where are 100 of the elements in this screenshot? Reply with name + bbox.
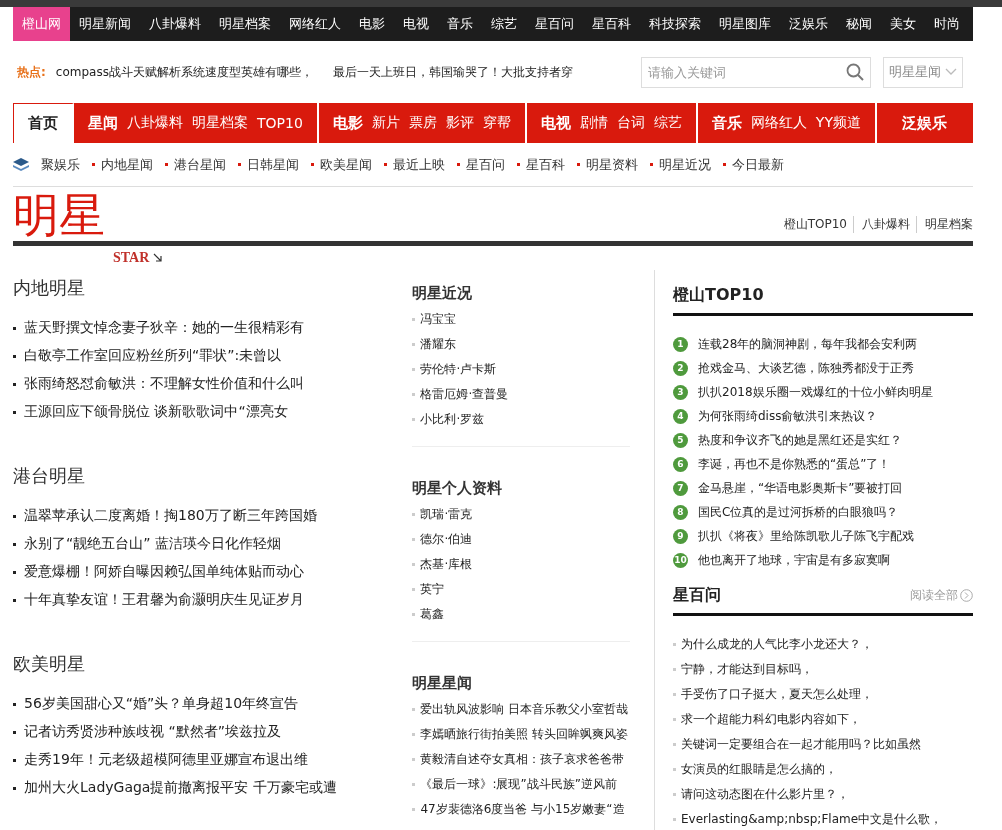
news-link[interactable]: 记者访秀贤涉种族歧视 “默然者”埃兹拉及 — [13, 718, 413, 746]
list-link[interactable]: 爱出轨风波影响 日本音乐教父小室哲哉 — [412, 697, 631, 722]
nav-link[interactable]: 电视 — [394, 7, 438, 41]
nav-link[interactable]: 泛娱乐 — [780, 7, 837, 41]
list-link[interactable]: 德尔·伯迪 — [412, 527, 631, 552]
menu-link[interactable]: 网络红人 — [750, 114, 807, 132]
list-link[interactable]: 冯宝宝 — [412, 307, 631, 332]
news-link[interactable]: 白敬亭工作室回应粉丝所列“罪状”:未曾以 — [13, 342, 413, 370]
news-link[interactable]: 走秀19年！元老级超模阿德里亚娜宣布退出维 — [13, 746, 413, 774]
nav-link[interactable]: 科技探索 — [640, 7, 710, 41]
news-link[interactable]: 永别了“靓绝五台山” 蓝洁瑛今日化作轻烟 — [13, 530, 413, 558]
menu-title[interactable]: 星闻 — [88, 113, 118, 133]
nav-link[interactable]: 明星新闻 — [70, 7, 140, 41]
chevron-down-icon — [945, 68, 957, 76]
hot-link[interactable]: compass战斗天赋解析系统速度型英雄有哪些， — [55, 63, 313, 81]
category-select[interactable]: 明星星闻 — [883, 56, 963, 88]
menu-title[interactable]: 电影 — [332, 113, 363, 133]
nav-link[interactable]: 网络红人 — [280, 7, 350, 41]
question-link[interactable]: Everlasting&amp;nbsp;Flame中文是什么歌， — [673, 807, 973, 830]
list-link[interactable]: 李嫣晒旅行街拍美照 转头回眸飒爽风姿 — [412, 722, 631, 747]
question-link[interactable]: 请问这动态图在什么影片里？， — [673, 782, 973, 807]
news-link[interactable]: 56岁美国甜心又“婚”头？单身超10年终宣告 — [13, 690, 413, 718]
section-title: 橙山TOP10 — [673, 285, 764, 306]
nav-link[interactable]: 明星图库 — [710, 7, 780, 41]
menu-title[interactable]: 首页 — [28, 114, 58, 133]
menu-link[interactable]: YY频道 — [815, 114, 861, 132]
question-link[interactable]: 求一个超能力科幻电影内容如下， — [673, 707, 973, 732]
menu-link[interactable]: 穿帮 — [482, 114, 511, 132]
menu-link[interactable]: 台词 — [616, 114, 645, 132]
list-link[interactable]: 《最后一球》:展现”战斗民族”逆风前 — [412, 772, 631, 797]
nav-link[interactable]: 星百问 — [526, 7, 583, 41]
ranked-link[interactable]: 1 连载28年的脑洞神剧，每年我都会安利两 — [673, 332, 973, 356]
menu-link[interactable]: 八卦爆料 — [127, 114, 183, 132]
menu-title[interactable]: 音乐 — [711, 113, 742, 133]
menu-title[interactable]: 电视 — [540, 113, 571, 133]
menu-link[interactable]: 明星档案 — [192, 114, 248, 132]
menu-link[interactable]: 剧情 — [579, 114, 608, 132]
nav-link[interactable]: 综艺 — [482, 7, 526, 41]
breadcrumb-link[interactable]: 橙山TOP10 — [783, 216, 847, 233]
news-link[interactable]: 张雨绮怒怼俞敏洪：不理解女性价值和什么叫 — [13, 370, 413, 398]
sub-nav-link[interactable]: 欧美星闻 — [311, 155, 372, 174]
ranked-link[interactable]: 7 金马悬崖，“华语电影奥斯卡”要被打回 — [673, 476, 973, 500]
news-link[interactable]: 王源回应下颌骨脱位 谈新歌歌词中“漂亮女 — [13, 398, 413, 426]
sub-nav-link[interactable]: 内地星闻 — [92, 155, 153, 174]
sub-nav-link[interactable]: 港台星闻 — [165, 155, 226, 174]
news-link[interactable]: 十年真挚友谊！王君馨为俞灏明庆生见证岁月 — [13, 586, 413, 614]
menu-link[interactable]: 综艺 — [653, 114, 682, 132]
sub-nav-link[interactable]: 星百科 — [517, 155, 565, 174]
nav-link[interactable]: 美女 — [881, 7, 925, 41]
hot-link[interactable]: 最后一天上班日，韩国瑜哭了！大批支持者穿 — [332, 63, 573, 81]
menu-link[interactable]: 影评 — [445, 114, 474, 132]
nav-link[interactable]: 时尚 — [925, 7, 969, 41]
news-link[interactable]: 加州大火LadyGaga提前撤离报平安 千万豪宅或遭 — [13, 774, 413, 802]
list-link[interactable]: 潘耀东 — [412, 332, 631, 357]
list-link[interactable]: 葛鑫 — [412, 602, 631, 627]
list-link[interactable]: 黄毅清自述夺女真相：孩子哀求爸爸带 — [412, 747, 631, 772]
list-link[interactable]: 格雷厄姆·查普曼 — [412, 382, 631, 407]
nav-link[interactable]: 电影 — [350, 7, 394, 41]
news-link[interactable]: 蓝天野撰文悼念妻子狄辛：她的一生很精彩有 — [13, 314, 413, 342]
list-link[interactable]: 小比利·罗兹 — [412, 407, 631, 432]
nav-link[interactable]: 星百科 — [583, 7, 640, 41]
nav-link[interactable]: 秘闻 — [837, 7, 881, 41]
menu-link[interactable]: 新片 — [371, 114, 400, 132]
sub-nav-link[interactable]: 日韩星闻 — [238, 155, 299, 174]
nav-link[interactable]: 音乐 — [438, 7, 482, 41]
ranked-link[interactable]: 4 为何张雨绮diss俞敏洪引来热议？ — [673, 404, 973, 428]
list-link[interactable]: 劳伦特·卢卡斯 — [412, 357, 631, 382]
nav-link[interactable]: 八卦爆料 — [140, 7, 210, 41]
list-link[interactable]: 英宁 — [412, 577, 631, 602]
ranked-link[interactable]: 2 抢戏金马、大谈艺德，陈独秀都没于正秀 — [673, 356, 973, 380]
question-link[interactable]: 宁静，才能达到目标吗， — [673, 657, 973, 682]
list-link[interactable]: 47岁裴德洛6度当爸 与小15岁嫩妻“造 — [412, 797, 631, 822]
sub-nav-link[interactable]: 明星近况 — [650, 155, 711, 174]
menu-title[interactable]: 泛娱乐 — [902, 113, 948, 133]
list-link[interactable]: 杰基·库根 — [412, 552, 631, 577]
sub-nav-link[interactable]: 明星资料 — [577, 155, 638, 174]
ranked-link[interactable]: 8 国民C位真的是过河拆桥的白眼狼吗？ — [673, 500, 973, 524]
menu-link[interactable]: TOP10 — [257, 115, 303, 131]
news-link[interactable]: 温翠苹承认二度离婚！掏180万了断三年跨国婚 — [13, 502, 413, 530]
menu-link[interactable]: 票房 — [408, 114, 437, 132]
question-link[interactable]: 手受伤了口子挺大，夏天怎么处理， — [673, 682, 973, 707]
question-link[interactable]: 为什么成龙的人气比李小龙还大？， — [673, 632, 973, 657]
ranked-link[interactable]: 9 扒扒《将夜》里给陈凯歌儿子陈飞宇配戏 — [673, 524, 973, 548]
ranked-link[interactable]: 10 他也离开了地球，宇宙是有多寂寞啊 — [673, 548, 973, 572]
sub-nav-link[interactable]: 今日最新 — [723, 155, 784, 174]
sub-nav-link[interactable]: 星百问 — [457, 155, 505, 174]
news-link[interactable]: 爱意爆棚！阿娇自曝因赖弘国单纯体贴而动心 — [13, 558, 413, 586]
search-icon[interactable] — [846, 62, 864, 81]
question-link[interactable]: 女演员的红眼睛是怎么搞的， — [673, 757, 973, 782]
nav-link[interactable]: 明星档案 — [210, 7, 280, 41]
breadcrumb-link[interactable]: 明星档案 — [916, 216, 973, 233]
ranked-link[interactable]: 5 热度和争议齐飞的她是黑红还是实红？ — [673, 428, 973, 452]
search-field[interactable]: 请输入关键词 — [641, 56, 871, 88]
sub-nav-link[interactable]: 最近上映 — [384, 155, 445, 174]
breadcrumb-link[interactable]: 八卦爆料 — [853, 216, 910, 233]
nav-link[interactable]: 橙山网 — [13, 7, 70, 41]
ranked-link[interactable]: 6 李诞，再也不是你熟悉的“蛋总”了！ — [673, 452, 973, 476]
question-link[interactable]: 关键词一定要组合在一起才能用吗？比如虽然 — [673, 732, 973, 757]
list-link[interactable]: 凯瑞·雷克 — [412, 502, 631, 527]
ranked-link[interactable]: 3 扒扒2018娱乐圈一戏爆红的十位小鲜肉明星 — [673, 380, 973, 404]
